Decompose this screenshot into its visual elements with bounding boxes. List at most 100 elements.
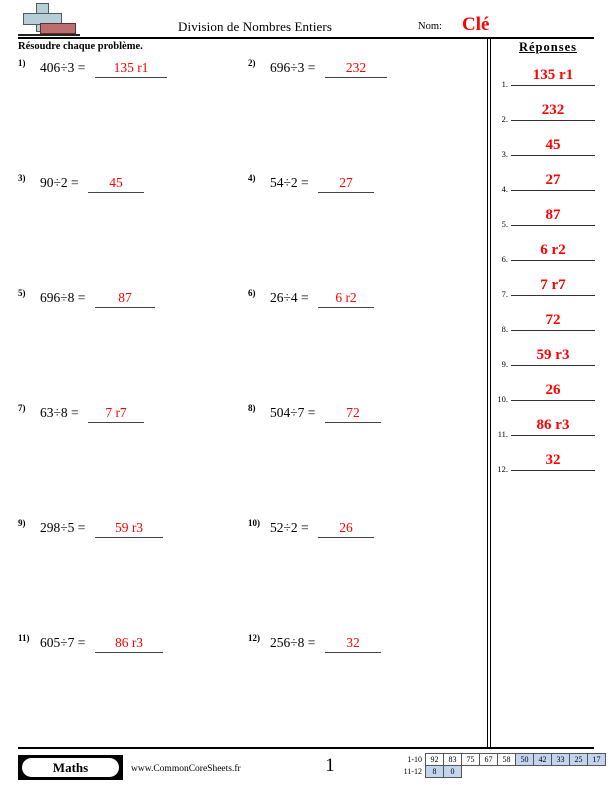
problem-expression: 696÷3 =	[270, 60, 316, 75]
footer-divider-rule	[18, 747, 594, 749]
problem-number: 10)	[248, 518, 260, 528]
answer-key-value[interactable]: 59 r3	[511, 346, 595, 366]
answer-key-index: 7.	[501, 289, 508, 299]
name-label: Nom:	[418, 21, 442, 32]
problem-expression: 90÷2 =	[40, 175, 79, 190]
problem-answer-blank[interactable]: 32	[325, 635, 381, 653]
problem-answer-blank[interactable]: 87	[95, 290, 155, 308]
score-grid-cell: 33	[551, 753, 570, 766]
logo-red-bar	[40, 23, 76, 34]
score-grid-cell-empty	[462, 766, 480, 778]
answer-key-value[interactable]: 232	[511, 101, 595, 121]
answer-key-value[interactable]: 135 r1	[511, 66, 595, 86]
problem-answer-blank[interactable]: 232	[325, 60, 387, 78]
answer-key-value[interactable]: 6 r2	[511, 241, 595, 261]
answer-key-index: 1.	[501, 79, 508, 89]
score-grid-row-2: 11-12 8 0	[398, 765, 606, 778]
problem-number: 7)	[18, 403, 26, 413]
answer-key-index: 11.	[497, 429, 508, 439]
answer-key-row: 2. 232	[493, 101, 601, 131]
answer-key-value[interactable]: 32	[511, 451, 595, 471]
brand-badge: Maths	[18, 755, 123, 780]
score-grid-cell: 42	[533, 753, 552, 766]
score-grid-row-1: 1-10 92 83 75 67 58 50 42 33 25 17	[398, 753, 606, 766]
worksheet-page: Division de Nombres Entiers Nom: Clé Rés…	[0, 0, 612, 792]
page-number: 1	[325, 755, 335, 776]
score-grid: 1-10 92 83 75 67 58 50 42 33 25 17 11-12 8 0	[398, 753, 606, 778]
instruction-text: Résoudre chaque problème.	[18, 41, 143, 52]
problem-answer-blank[interactable]: 59 r3	[95, 520, 163, 538]
score-grid-cell: 50	[515, 753, 534, 766]
header-divider-rule	[18, 37, 594, 39]
problem-number: 8)	[248, 403, 256, 413]
problem-answer-blank[interactable]: 6 r2	[318, 290, 374, 308]
score-grid-cell: 75	[461, 753, 480, 766]
answer-key-value[interactable]: 87	[511, 206, 595, 226]
problem-number: 4)	[248, 173, 256, 183]
plus-bar-logo-icon	[18, 3, 82, 36]
score-grid-cell-empty	[534, 766, 552, 778]
answer-key-value[interactable]: 26	[511, 381, 595, 401]
problem-answer-blank[interactable]: 27	[318, 175, 374, 193]
problem-answer-blank[interactable]: 86 r3	[95, 635, 163, 653]
problem-number: 3)	[18, 173, 26, 183]
score-grid-cell: 83	[443, 753, 462, 766]
score-grid-cell: 58	[497, 753, 516, 766]
score-grid-cell: 17	[587, 753, 606, 766]
score-grid-table: 1-10 92 83 75 67 58 50 42 33 25 17 11-12 8 0	[398, 753, 606, 778]
problem-answer-blank[interactable]: 135 r1	[95, 60, 167, 78]
problem-number: 2)	[248, 58, 256, 68]
problem-answer-blank[interactable]: 72	[325, 405, 381, 423]
problem-expression: 63÷8 =	[40, 405, 79, 420]
answer-key-index: 8.	[501, 324, 508, 334]
name-field-value[interactable]: Clé	[462, 14, 489, 36]
problem-number: 1)	[18, 58, 26, 68]
problem-answer-blank[interactable]: 26	[318, 520, 374, 538]
answer-key-index: 10.	[497, 394, 508, 404]
answers-column-heading: Réponses	[518, 40, 577, 54]
page-title: Division de Nombres Entiers	[178, 19, 332, 34]
answer-key-row: 9. 59 r3	[493, 346, 601, 376]
answer-key-row: 4. 27	[493, 171, 601, 201]
answer-key-value[interactable]: 45	[511, 136, 595, 156]
score-grid-cell: 25	[569, 753, 588, 766]
score-grid-cell: 67	[479, 753, 498, 766]
problem-answer-blank[interactable]: 7 r7	[88, 405, 144, 423]
answer-key-row: 7. 7 r7	[493, 276, 601, 306]
score-grid-cell-empty	[498, 766, 516, 778]
answer-key-index: 6.	[501, 254, 508, 264]
score-grid-cell: 8	[425, 765, 444, 778]
answer-key-row: 6. 6 r2	[493, 241, 601, 271]
problem-expression: 54÷2 =	[270, 175, 309, 190]
brand-label: Maths	[52, 760, 89, 775]
answer-key-value[interactable]: 86 r3	[511, 416, 595, 436]
problem-answer-blank[interactable]: 45	[88, 175, 144, 193]
problem-number: 6)	[248, 288, 256, 298]
answer-key-row: 12. 32	[493, 451, 601, 481]
answer-key-index: 5.	[501, 219, 508, 229]
problem-expression: 298÷5 =	[40, 520, 86, 535]
problem-expression: 696÷8 =	[40, 290, 86, 305]
logo-baseline	[18, 34, 80, 36]
answer-key-index: 9.	[501, 359, 508, 369]
answer-key-value[interactable]: 72	[511, 311, 595, 331]
answer-key-index: 2.	[501, 114, 508, 124]
vertical-divider-upper	[487, 39, 491, 469]
answer-key-row: 10. 26	[493, 381, 601, 411]
score-grid-cell-empty	[552, 766, 570, 778]
score-grid-row-label: 1-10	[407, 755, 422, 764]
answer-key-row: 8. 72	[493, 311, 601, 341]
answer-key-index: 12.	[497, 464, 508, 474]
problem-expression: 406÷3 =	[40, 60, 86, 75]
score-grid-cell-empty	[516, 766, 534, 778]
answer-key-value[interactable]: 27	[511, 171, 595, 191]
score-grid-cell-empty	[570, 766, 588, 778]
score-grid-cell: 92	[425, 753, 444, 766]
problem-expression: 256÷8 =	[270, 635, 316, 650]
problem-number: 9)	[18, 518, 26, 528]
problem-number: 5)	[18, 288, 26, 298]
score-grid-cell-empty	[480, 766, 498, 778]
score-grid-row-label: 11-12	[403, 767, 422, 776]
site-url: www.CommonCoreSheets.fr	[131, 764, 241, 774]
answer-key-value[interactable]: 7 r7	[511, 276, 595, 296]
